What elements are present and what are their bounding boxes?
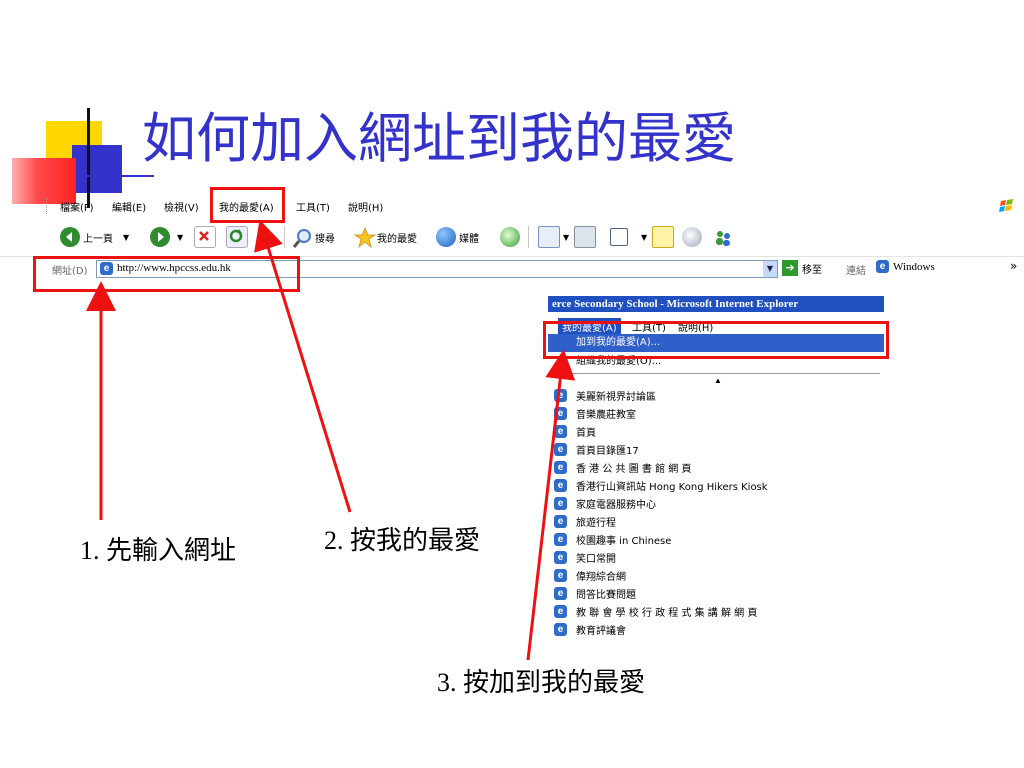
search-button[interactable]: 搜尋 xyxy=(292,225,335,249)
word-edit-icon xyxy=(610,228,628,246)
print-button[interactable] xyxy=(574,225,599,249)
highlight-favorites-menu xyxy=(210,187,285,223)
refresh-button[interactable] xyxy=(226,225,251,249)
highlight-add-favorite xyxy=(543,321,889,359)
back-button[interactable]: 上一頁 ▼ xyxy=(60,225,129,249)
favorite-item[interactable]: e 美麗新視界討論區 xyxy=(554,388,656,403)
browser-toolbar: 上一頁 ▼ ▼ 搜尋 我的最愛 媒體 ▼ ▼ xyxy=(0,220,1024,254)
ie-favorite-icon: e xyxy=(554,425,567,438)
mail-dropdown-icon[interactable]: ▼ xyxy=(563,233,569,242)
star-icon xyxy=(353,226,377,249)
favorite-item[interactable]: e 偉翔綜合網 xyxy=(554,568,626,583)
forward-button[interactable]: ▼ xyxy=(150,225,183,249)
favorites-label: 我的最愛 xyxy=(377,233,417,245)
ie-link-icon: e xyxy=(876,260,889,273)
ie-favorite-icon: e xyxy=(554,551,567,564)
menu-file[interactable]: 檔案(F) xyxy=(60,199,94,214)
ie-favorite-icon: e xyxy=(554,623,567,636)
refresh-icon xyxy=(226,226,248,248)
history-icon xyxy=(500,227,520,247)
favorite-item[interactable]: e 香港行山資訊站 Hong Kong Hikers Kiosk xyxy=(554,478,768,493)
menu-edit[interactable]: 編輯(E) xyxy=(112,199,146,214)
toolbar-separator xyxy=(284,226,285,248)
home-button[interactable] xyxy=(256,225,279,249)
forward-arrow-icon xyxy=(150,227,170,247)
forward-dropdown-icon[interactable]: ▼ xyxy=(177,233,183,242)
windows-link-label: Windows xyxy=(893,260,935,273)
browser-menubar: 檔案(F) 編輯(E) 檢視(V) 我的最愛(A) 工具(T) 說明(H) xyxy=(0,195,1024,217)
favorite-item[interactable]: e 笑口常開 xyxy=(554,550,616,565)
caption-step1: 1. 先輸入網址 xyxy=(80,536,237,565)
favorite-item[interactable]: e教 聯 會 學 校 行 政 程 式 集 講 解 網 頁 xyxy=(554,604,757,619)
print-icon xyxy=(574,226,596,248)
search-icon xyxy=(292,227,312,248)
toolbar-separator xyxy=(528,226,529,248)
chevron-more-icon[interactable]: » xyxy=(1010,259,1017,273)
history-button[interactable] xyxy=(500,225,523,249)
favorite-item[interactable]: e 首頁目錄匯17 xyxy=(554,442,639,457)
ie-favorite-icon: e xyxy=(554,407,567,420)
decor-blue-square xyxy=(72,145,122,193)
menu-view[interactable]: 檢視(V) xyxy=(164,199,199,214)
links-label: 連結 xyxy=(846,266,866,277)
menu-tools[interactable]: 工具(T) xyxy=(296,199,330,214)
media-button[interactable]: 媒體 xyxy=(436,225,479,249)
messenger-button[interactable] xyxy=(682,225,705,249)
edit-dropdown-icon[interactable]: ▼ xyxy=(641,233,647,242)
slide-title: 如何加入網址到我的最愛 xyxy=(142,109,736,169)
note-icon xyxy=(652,226,674,248)
back-dropdown-icon[interactable]: ▼ xyxy=(123,233,129,242)
stop-icon xyxy=(194,226,216,248)
ie-favorite-icon: e xyxy=(554,389,567,402)
ie-favorite-icon: e xyxy=(554,587,567,600)
mail-button[interactable]: ▼ xyxy=(538,225,569,249)
ie-favorite-icon: e xyxy=(554,515,567,528)
go-label: 移至 xyxy=(802,264,822,276)
go-button[interactable]: ➔ 移至 xyxy=(782,260,822,276)
discuss-button[interactable] xyxy=(652,225,677,249)
home-icon xyxy=(256,227,276,247)
ie-favorite-icon: e xyxy=(554,479,567,492)
scroll-up-icon[interactable]: ▲ xyxy=(714,376,722,385)
menu-help[interactable]: 說明(H) xyxy=(348,199,383,214)
media-label: 媒體 xyxy=(459,233,479,245)
favorite-item[interactable]: e 音樂農莊教室 xyxy=(554,406,636,421)
favorite-item[interactable]: e 家庭電器服務中心 xyxy=(554,496,656,511)
media-globe-icon xyxy=(436,227,456,247)
search-label: 搜尋 xyxy=(315,233,335,245)
contacts-button[interactable] xyxy=(712,225,735,249)
ie-favorite-icon: e xyxy=(554,533,567,546)
ie-favorite-icon: e xyxy=(554,461,567,474)
favorite-item[interactable]: e 旅遊行程 xyxy=(554,514,616,529)
people-icon xyxy=(712,227,732,247)
favorite-item[interactable]: e 問答比賽問題 xyxy=(554,586,636,601)
caption-step3: 3. 按加到我的最愛 xyxy=(437,668,646,697)
ie-favorite-icon: e xyxy=(554,443,567,456)
ie-favorite-icon: e xyxy=(554,605,567,618)
back-label: 上一頁 xyxy=(83,233,113,245)
windows-logo-icon xyxy=(999,199,1013,212)
caption-step2: 2. 按我的最愛 xyxy=(324,526,481,555)
favorite-item[interactable]: e 教育評議會 xyxy=(554,622,626,637)
edit-button[interactable]: ▼ xyxy=(610,225,647,249)
decor-horizontal-line xyxy=(84,175,154,177)
ie-favorite-icon: e xyxy=(554,497,567,510)
menubar-grip xyxy=(46,198,49,214)
chat-bubble-icon xyxy=(682,227,702,247)
go-arrow-icon: ➔ xyxy=(782,260,798,276)
ie-favorite-icon: e xyxy=(554,569,567,582)
popup-titlebar: erce Secondary School - Microsoft Intern… xyxy=(548,296,884,312)
windows-link[interactable]: e Windows xyxy=(876,260,935,273)
back-arrow-icon xyxy=(60,227,80,247)
favorite-item[interactable]: e 校園趣事 in Chinese xyxy=(554,532,671,547)
highlight-address-bar xyxy=(33,256,300,292)
address-dropdown-icon[interactable]: ▼ xyxy=(763,261,777,277)
mail-icon xyxy=(538,226,560,248)
favorites-button[interactable]: 我的最愛 xyxy=(353,225,417,249)
menu-divider xyxy=(552,373,880,374)
favorite-item[interactable]: e香 港 公 共 圖 書 館 網 頁 xyxy=(554,460,691,475)
stop-button[interactable] xyxy=(194,225,219,249)
decor-vertical-line xyxy=(87,108,90,208)
favorite-item[interactable]: e 首頁 xyxy=(554,424,596,439)
